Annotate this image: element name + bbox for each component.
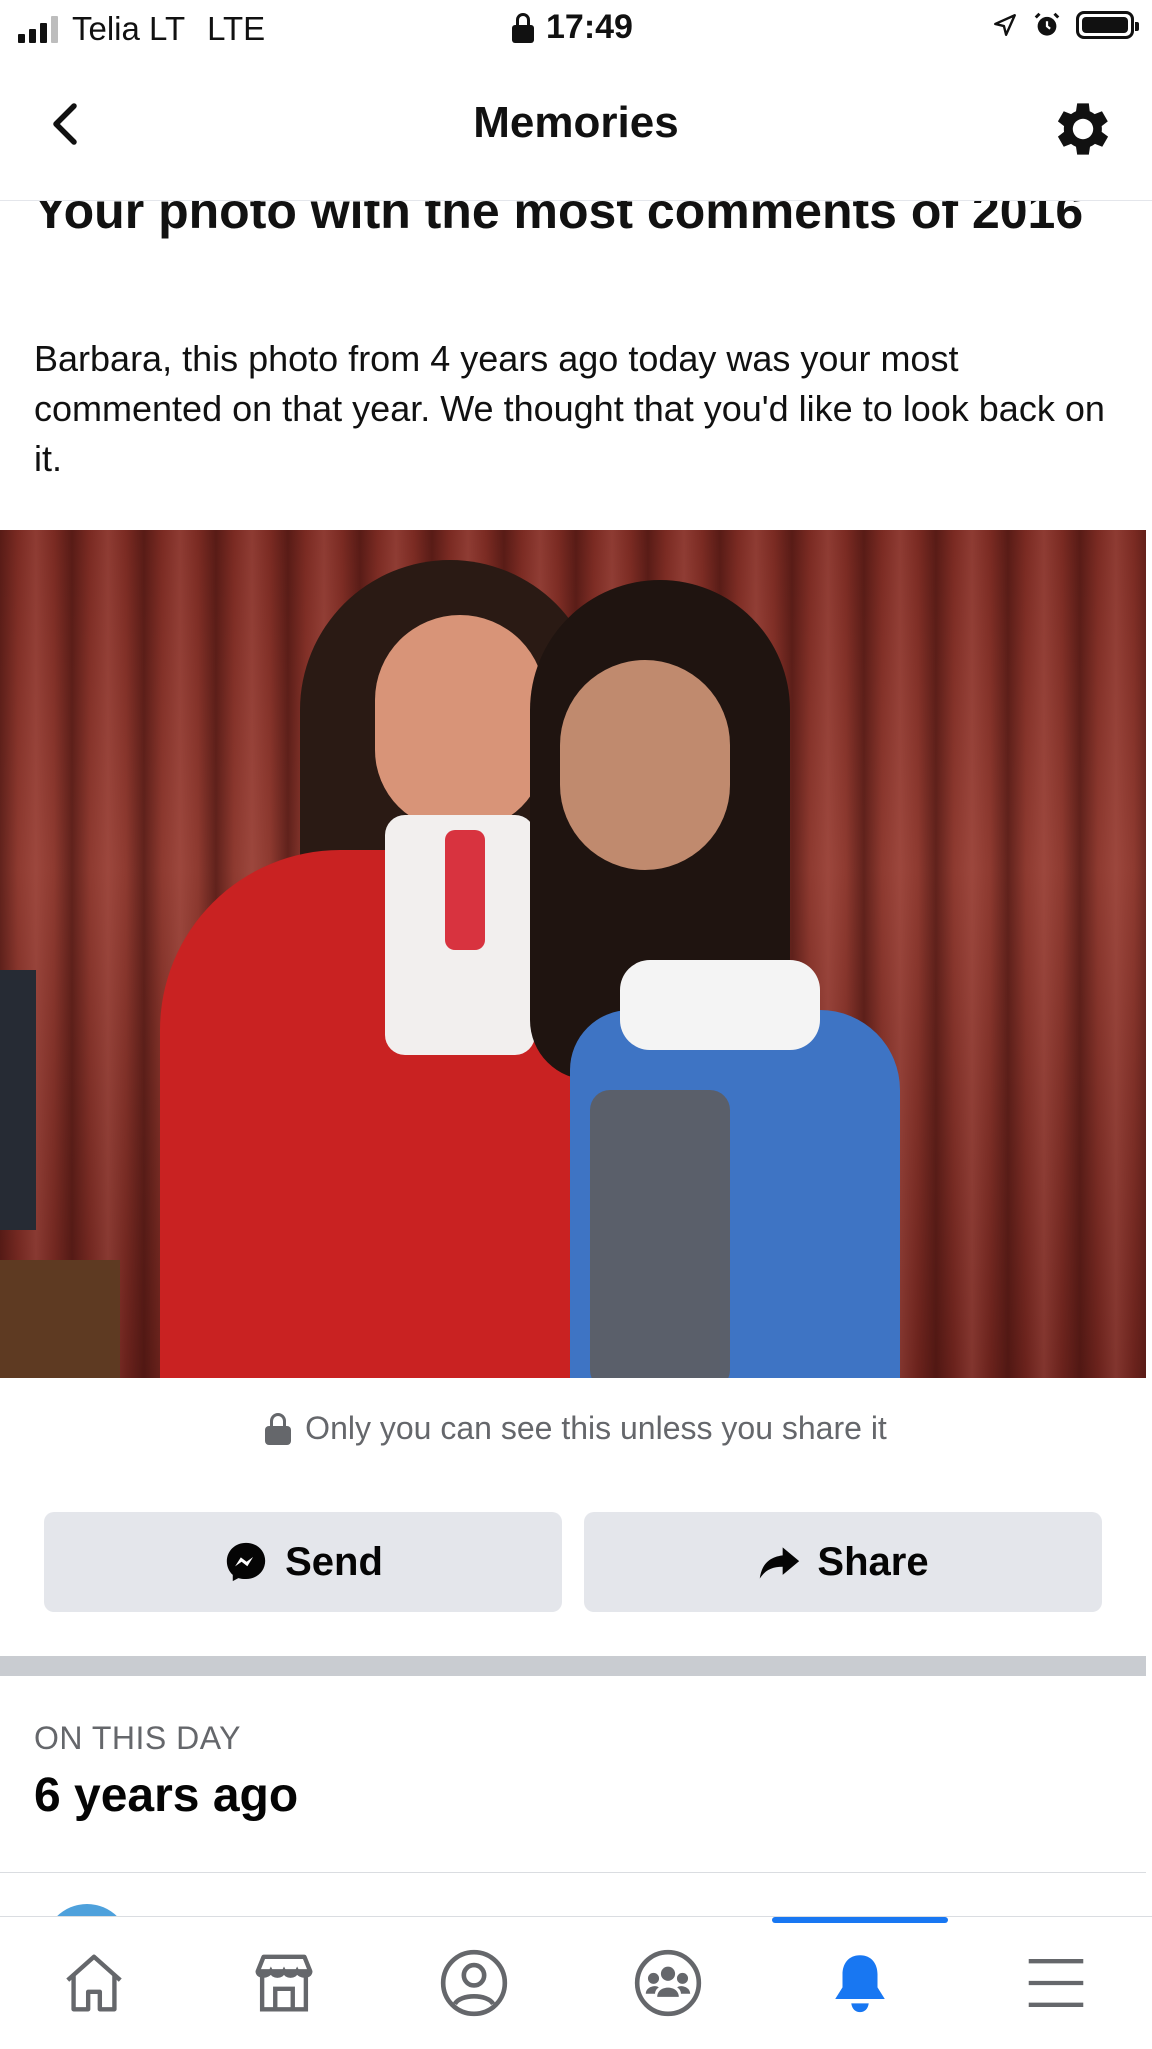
gear-icon[interactable]	[1048, 94, 1118, 164]
messenger-icon	[226, 1542, 266, 1582]
location-icon	[994, 14, 1016, 36]
status-left: Telia LT LTE	[18, 10, 265, 48]
share-button[interactable]: Share	[584, 1512, 1102, 1612]
status-right	[992, 10, 1139, 40]
signal-icon	[18, 15, 58, 43]
photo-bg-tv	[0, 970, 36, 1230]
photo-person-right-print	[590, 1090, 730, 1378]
carrier-label: Telia LT	[72, 10, 186, 47]
memory-description: Barbara, this photo from 4 years ago tod…	[34, 338, 1105, 479]
memory-headline-container: Your photo with the most comments of 201…	[0, 200, 1152, 320]
on-this-day-label: ON THIS DAY	[34, 1720, 242, 1756]
on-this-day-title: 6 years ago	[34, 1769, 299, 1822]
tab-profile[interactable]	[380, 1917, 568, 2049]
photo-person-left-bow	[445, 830, 485, 950]
tab-menu[interactable]	[962, 1917, 1150, 2049]
photo-person-right-face	[560, 660, 730, 870]
alarm-icon	[1034, 12, 1060, 36]
list-divider	[0, 1872, 1146, 1873]
send-label: Send	[285, 1539, 383, 1584]
tab-notifications[interactable]	[766, 1917, 954, 2049]
lock-icon	[265, 1412, 292, 1445]
status-bar: Telia LT LTE 17:49	[0, 0, 1152, 58]
share-arrow-icon	[760, 1547, 800, 1579]
photo-person-left-face	[375, 615, 545, 830]
marketplace-icon	[255, 1954, 313, 2012]
memory-photo[interactable]	[0, 530, 1146, 1378]
bottom-tab-bar	[0, 1916, 1152, 2049]
home-icon	[66, 1954, 122, 2012]
tab-marketplace[interactable]	[190, 1917, 378, 2049]
send-button[interactable]: Send	[44, 1512, 562, 1612]
memory-headline: Your photo with the most comments of 201…	[34, 200, 1084, 239]
share-label: Share	[817, 1539, 929, 1584]
privacy-note: Only you can see this unless you share i…	[0, 1410, 1152, 1447]
notifications-icon	[835, 1955, 885, 2013]
section-divider	[0, 1656, 1146, 1676]
page-title: Memories	[473, 98, 679, 147]
clock-label: 17:49	[546, 8, 633, 46]
nav-header: Memories	[0, 58, 1152, 201]
privacy-note-text: Only you can see this unless you share i…	[305, 1410, 887, 1446]
lock-icon	[512, 12, 534, 43]
battery-icon	[1076, 11, 1139, 39]
tab-groups[interactable]	[574, 1917, 762, 2049]
status-center: 17:49	[512, 8, 633, 47]
tab-home[interactable]	[0, 1917, 188, 2049]
photo-person-right-strap	[620, 960, 820, 1050]
menu-icon	[1028, 1959, 1084, 2007]
photo-bg-table	[0, 1260, 120, 1378]
groups-icon	[634, 1949, 702, 2017]
network-label: LTE	[207, 10, 266, 47]
profile-icon	[440, 1949, 508, 2017]
